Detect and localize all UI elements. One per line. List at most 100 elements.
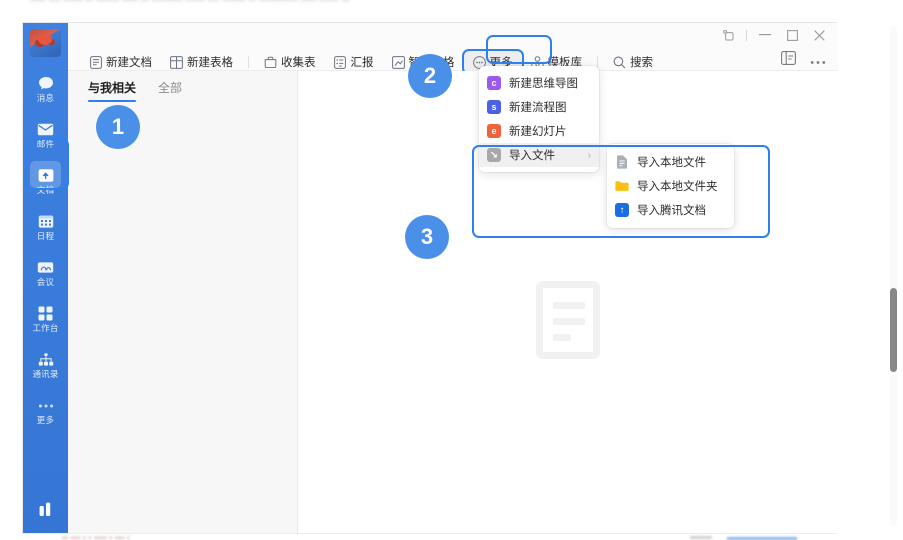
- collect-form-button[interactable]: 收集表: [255, 51, 325, 73]
- toolbar-label: 收集表: [281, 54, 316, 70]
- maximize-icon[interactable]: [783, 27, 801, 43]
- menu-item-new-flowchart[interactable]: s 新建流程图: [479, 95, 599, 119]
- rail-items: 消息 邮件 文档: [23, 67, 68, 435]
- window-controls: [719, 27, 828, 43]
- sidebar-item-more[interactable]: 更多: [23, 389, 68, 433]
- sidebar-item-label: 会议: [37, 278, 54, 287]
- vertical-scrollbar-thumb[interactable]: [890, 288, 897, 372]
- org-tree-icon: [37, 352, 54, 368]
- new-document-icon: [89, 56, 102, 69]
- top-blurred-strip: •••• ••• ••••• •• •••••• •••• •• •••••••…: [0, 0, 903, 12]
- grid-apps-icon: [37, 306, 54, 322]
- submenu-item-import-tencent-docs[interactable]: ↑ 导入腾讯文档: [607, 198, 734, 222]
- search-icon: [613, 56, 626, 69]
- bottom-cut-row: •• ••• • • •••• • ••• •: [22, 533, 837, 540]
- collect-form-icon: [264, 56, 277, 69]
- calendar-icon: [37, 214, 54, 230]
- sidebar-item-workbench[interactable]: 工作台: [23, 297, 68, 341]
- mindmap-icon: c: [487, 76, 501, 90]
- badge-number: 2: [424, 63, 436, 89]
- import-file-icon: ↘: [487, 148, 501, 162]
- badge-number: 1: [112, 114, 124, 140]
- toolbar-label: 搜索: [630, 54, 653, 70]
- avatar[interactable]: [30, 29, 61, 57]
- window-top-bar: 新建文档 新建表格 收集表: [68, 23, 838, 71]
- sidebar-item-contacts[interactable]: 通讯录: [23, 343, 68, 387]
- sidebar-item-label: 文档: [37, 186, 54, 195]
- new-document-button[interactable]: 新建文档: [80, 51, 161, 73]
- sidebar-item-label: 日程: [37, 232, 54, 241]
- smart-table-icon: [392, 56, 405, 69]
- step-badge-1: 1: [96, 105, 140, 149]
- empty-doc-line: [553, 318, 585, 325]
- toolbar-divider: [597, 56, 598, 68]
- toolbar-label: 新建表格: [187, 54, 233, 70]
- sidebar-item-messages[interactable]: 消息: [23, 67, 68, 111]
- empty-doc-line: [553, 334, 571, 341]
- empty-doc-line: [553, 302, 585, 309]
- menu-item-label: 新建思维导图: [509, 75, 578, 91]
- submenu-item-label: 导入本地文件夹: [637, 178, 718, 194]
- toolbar-right-actions: [781, 51, 826, 70]
- more-dropdown-menu: c 新建思维导图 s 新建流程图 e 新建幻灯片 ↘ 导入文件 ›: [479, 66, 599, 172]
- submenu-item-import-local-folder[interactable]: 导入本地文件夹: [607, 174, 734, 198]
- sidebar-item-label: 更多: [37, 416, 54, 425]
- sidebar-item-label: 通讯录: [32, 370, 58, 379]
- vertical-scrollbar-track[interactable]: [890, 26, 897, 526]
- sidebar-item-label: 邮件: [37, 140, 54, 149]
- report-icon: [334, 56, 347, 69]
- menu-item-label: 导入文件: [509, 147, 555, 163]
- documents-filter-tabs: 与我相关 全部: [88, 79, 182, 102]
- new-table-button[interactable]: 新建表格: [161, 51, 242, 73]
- screenshot-root: •••• ••• ••••• •• •••••• •••• •• •••••••…: [0, 0, 903, 540]
- restore-window-icon[interactable]: [719, 27, 737, 43]
- left-navigation-rail: 消息 邮件 文档: [23, 23, 68, 535]
- sidebar-item-mail[interactable]: 邮件: [23, 113, 68, 157]
- panel-layout-icon[interactable]: [781, 51, 796, 70]
- minimize-icon[interactable]: [756, 27, 774, 43]
- submenu-item-label: 导入腾讯文档: [637, 202, 706, 218]
- document-folder-icon: [37, 168, 54, 184]
- menu-item-label: 新建幻灯片: [509, 123, 567, 139]
- chat-bubble-icon: [37, 76, 54, 92]
- mail-envelope-icon: [37, 122, 54, 138]
- menu-item-import-file[interactable]: ↘ 导入文件 ›: [479, 143, 599, 167]
- toolbar-label: 新建文档: [106, 54, 152, 70]
- ellipsis-icon: [37, 398, 54, 414]
- rail-bottom: [23, 501, 68, 523]
- tab-related-to-me[interactable]: 与我相关: [88, 79, 136, 102]
- import-submenu: 导入本地文件 导入本地文件夹 ↑ 导入腾讯文档: [607, 144, 734, 228]
- sidebar-item-label: 消息: [37, 94, 54, 103]
- tab-all[interactable]: 全部: [158, 79, 182, 102]
- submenu-item-label: 导入本地文件: [637, 154, 706, 170]
- empty-document-icon: [536, 281, 600, 359]
- close-icon[interactable]: [810, 27, 828, 43]
- slides-icon: e: [487, 124, 501, 138]
- new-table-icon: [170, 56, 183, 69]
- sidebar-item-calendar[interactable]: 日程: [23, 205, 68, 249]
- video-meeting-icon: [37, 260, 54, 276]
- menu-item-new-slides[interactable]: e 新建幻灯片: [479, 119, 599, 143]
- sidebar-item-meetings[interactable]: 会议: [23, 251, 68, 295]
- menu-item-new-mindmap[interactable]: c 新建思维导图: [479, 71, 599, 95]
- bottom-blurred-mark: [690, 536, 712, 539]
- flowchart-icon: s: [487, 100, 501, 114]
- submenu-item-import-local-file[interactable]: 导入本地文件: [607, 150, 734, 174]
- analytics-bars-icon[interactable]: [37, 501, 55, 523]
- step-badge-2: 2: [408, 54, 452, 98]
- bottom-blurred-text: •• ••• • • •••• • ••• •: [62, 533, 130, 540]
- step-badge-3: 3: [405, 215, 449, 259]
- search-button[interactable]: 搜索: [604, 51, 662, 73]
- more-horizontal-icon[interactable]: [810, 52, 826, 70]
- tencent-docs-icon: ↑: [615, 203, 629, 217]
- sidebar-item-label: 工作台: [32, 324, 58, 333]
- sidebar-item-documents[interactable]: 文档: [23, 159, 68, 203]
- local-folder-icon: [615, 179, 629, 193]
- application-window: 消息 邮件 文档: [22, 22, 837, 534]
- chevron-right-icon: ›: [588, 150, 591, 161]
- menu-item-label: 新建流程图: [509, 99, 567, 115]
- top-blurred-text: •••• ••• ••••• •• •••••• •••• •• •••••••…: [30, 0, 349, 6]
- report-button[interactable]: 汇报: [325, 51, 383, 73]
- local-file-icon: [615, 155, 629, 169]
- badge-number: 3: [421, 224, 433, 250]
